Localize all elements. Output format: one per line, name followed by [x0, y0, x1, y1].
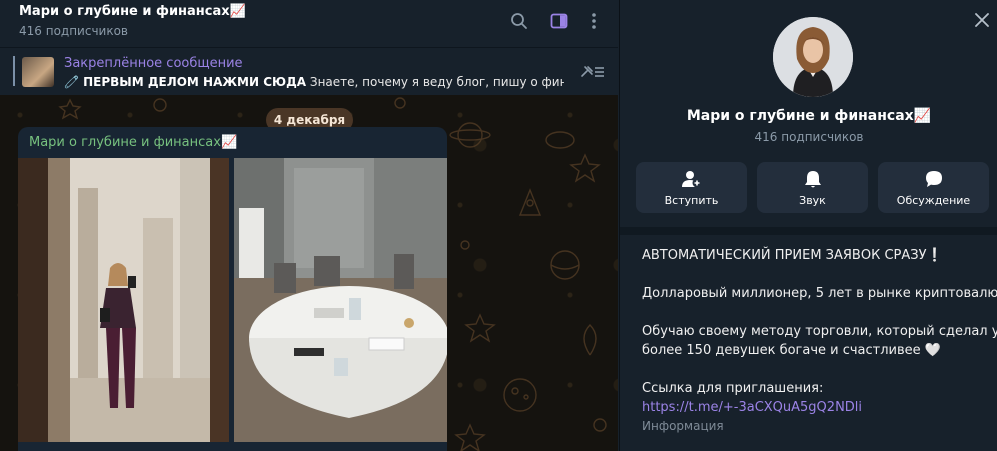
chat-area: Мари о глубине и финансах📈 416 подписчик… [0, 0, 618, 451]
photo-conference-table-icon [234, 158, 447, 442]
message-photo-2[interactable] [234, 158, 447, 442]
more-menu-icon[interactable] [583, 10, 605, 32]
description-line-2: Долларовый миллионер, 5 лет в рынке крип… [642, 286, 997, 301]
sound-button[interactable]: Звук [757, 162, 868, 213]
pinned-thumbnail [22, 57, 54, 87]
pinned-text: 🧷 ПЕРВЫМ ДЕЛОМ НАЖМИ СЮДА Знаете, почему… [64, 75, 564, 89]
panel-divider [620, 227, 997, 235]
panel-title: Мари о глубине и финансах📈 [686, 108, 932, 124]
description-line-4: более 150 девушек богаче и счастливее 🤍 [642, 343, 941, 358]
message-author[interactable]: Мари о глубине и финансах📈 [29, 135, 237, 150]
message-bubble[interactable]: Мари о глубине и финансах📈 [18, 127, 447, 451]
panel-subscriber-count: 416 подписчиков [754, 130, 864, 144]
pinned-label: Закреплённое сообщение [64, 56, 243, 71]
bell-icon [757, 169, 868, 189]
description-line-3: Обучаю своему методу торговли, который с… [642, 324, 997, 339]
close-icon[interactable] [971, 9, 993, 31]
channel-avatar[interactable] [773, 17, 853, 97]
add-user-icon [636, 169, 747, 189]
avatar-portrait-icon [773, 17, 853, 97]
chat-bubble-icon [878, 169, 989, 189]
info-label: Информация [642, 419, 724, 433]
pinned-list-icon[interactable] [578, 63, 606, 81]
channel-info-panel: Мари о глубине и финансах📈 416 подписчик… [619, 0, 997, 451]
join-button[interactable]: Вступить [636, 162, 747, 213]
panel-header: Мари о глубине и финансах📈 416 подписчик… [620, 0, 997, 227]
chat-subscriber-count: 416 подписчиков [19, 24, 128, 38]
search-icon[interactable] [508, 10, 530, 32]
message-photo-1[interactable] [18, 158, 229, 442]
sidebar-toggle-icon[interactable] [548, 10, 570, 32]
invite-link[interactable]: https://t.me/+-3aCXQuA5gQ2NDli [642, 398, 992, 417]
channel-description: АВТОМАТИЧЕСКИЙ ПРИЕМ ЗАЯВОК СРАЗУ❕ Долла… [642, 246, 997, 436]
pinned-message-bar[interactable]: Закреплённое сообщение 🧷 ПЕРВЫМ ДЕЛОМ НА… [0, 47, 618, 94]
pinned-bold-text: 🧷 ПЕРВЫМ ДЕЛОМ НАЖМИ СЮДА [64, 75, 307, 89]
discussion-button-label: Обсуждение [896, 194, 971, 207]
join-button-label: Вступить [664, 194, 719, 207]
description-line-1: АВТОМАТИЧЕСКИЙ ПРИЕМ ЗАЯВОК СРАЗУ❕ [642, 248, 943, 263]
sound-button-label: Звук [799, 194, 826, 207]
discussion-button[interactable]: Обсуждение [878, 162, 989, 213]
chat-header[interactable]: Мари о глубине и финансах📈 416 подписчик… [0, 0, 618, 46]
invite-label: Ссылка для приглашения: [642, 381, 824, 396]
chat-title[interactable]: Мари о глубине и финансах📈 [19, 4, 246, 19]
photo-woman-mirror-icon [18, 158, 229, 442]
pinned-indicator [13, 56, 15, 86]
message-footer-strip [18, 442, 447, 451]
pinned-rest-text: Знаете, почему я веду блог, пишу о фин..… [306, 75, 564, 89]
